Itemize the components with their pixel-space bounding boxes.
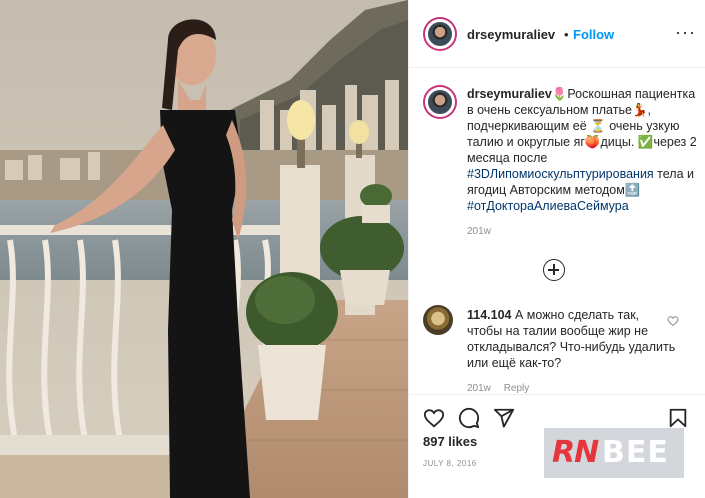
hashtag-link-2[interactable]: #отДоктораАлиеваСеймура xyxy=(467,199,629,213)
post-header: drseymuraliev • Follow ··· xyxy=(409,0,705,68)
top-emoji: 🔝 xyxy=(624,183,641,197)
header-separator: • xyxy=(564,27,569,42)
commenter-username[interactable]: 114.104 xyxy=(467,308,512,322)
hourglass-emoji: ⏳ xyxy=(590,119,606,133)
comment-meta: 201w Reply xyxy=(467,383,539,394)
caption-username[interactable]: drseymuraliev xyxy=(467,87,552,101)
load-more-comments-button[interactable] xyxy=(543,259,565,281)
author-avatar-image xyxy=(428,22,452,46)
author-username[interactable]: drseymuraliev xyxy=(467,27,555,42)
hashtag-link-1[interactable]: #3DЛипомиоскульптурирования xyxy=(467,167,654,181)
check-emoji: ✅ xyxy=(637,135,654,149)
caption-text: drseymuraliev🌷Роскошная пациентка в очен… xyxy=(467,86,697,214)
comment-timestamp[interactable]: 201w xyxy=(467,383,491,394)
photo-illustration xyxy=(0,0,408,498)
tulip-emoji: 🌷 xyxy=(551,87,568,101)
watermark-logo: RN BEE xyxy=(544,428,684,478)
heart-icon[interactable] xyxy=(423,407,445,429)
post-sidebar: drseymuraliev • Follow ··· drseymuraliev… xyxy=(408,0,705,498)
post-photo[interactable] xyxy=(0,0,408,498)
bookmark-icon[interactable] xyxy=(667,407,689,429)
author-avatar[interactable] xyxy=(423,17,457,51)
commenter-avatar[interactable] xyxy=(423,305,453,335)
dancer-emoji: 💃 xyxy=(631,103,648,117)
comment-text-block: 114.104 А можно сделать так, чтобы на та… xyxy=(467,307,677,371)
caption-avatar-image xyxy=(428,90,452,114)
share-icon[interactable] xyxy=(493,407,515,429)
caption-timestamp[interactable]: 201w xyxy=(467,226,491,237)
more-options-icon[interactable]: ··· xyxy=(675,22,696,43)
watermark-part-2: BEE xyxy=(602,435,669,470)
follow-button[interactable]: Follow xyxy=(573,27,614,42)
peach-emoji: 🍑 xyxy=(584,135,601,149)
caption-part-4: дицы. xyxy=(600,135,638,149)
instagram-post-view: drseymuraliev • Follow ··· drseymuraliev… xyxy=(0,0,705,498)
post-date[interactable]: JULY 8, 2016 xyxy=(423,459,477,468)
caption-avatar[interactable] xyxy=(423,85,457,119)
comment-reply-button[interactable]: Reply xyxy=(504,383,530,394)
comment-like-heart-icon[interactable] xyxy=(667,315,679,327)
likes-count[interactable]: 897 likes xyxy=(423,434,477,449)
comment-icon[interactable] xyxy=(458,407,480,429)
watermark-part-1: RN xyxy=(552,435,599,470)
